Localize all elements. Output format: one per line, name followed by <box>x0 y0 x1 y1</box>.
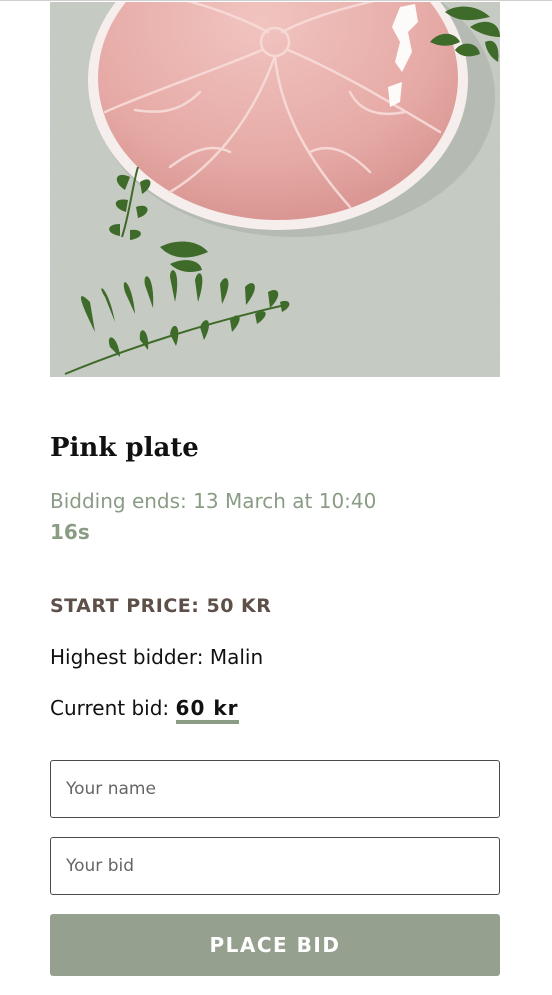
bid-input[interactable] <box>50 837 500 895</box>
highest-bidder: Highest bidder: Malin <box>50 643 263 671</box>
top-divider <box>0 0 552 1</box>
place-bid-button[interactable]: PLACE BID <box>50 914 500 976</box>
start-price: START PRICE: 50 KR <box>50 595 272 617</box>
product-image <box>50 2 500 377</box>
current-bid-label: Current bid: <box>50 696 176 720</box>
name-input[interactable] <box>50 760 500 818</box>
bidding-ends-text: Bidding ends: 13 March at 10:40 <box>50 489 377 513</box>
highest-bidder-label: Highest bidder: <box>50 645 210 669</box>
product-title: Pink plate <box>50 433 199 463</box>
countdown-timer: 16s <box>50 520 90 544</box>
current-bid: Current bid: 60 kr <box>50 694 239 724</box>
current-bid-value: 60 kr <box>175 696 239 724</box>
highest-bidder-name: Malin <box>209 645 264 669</box>
